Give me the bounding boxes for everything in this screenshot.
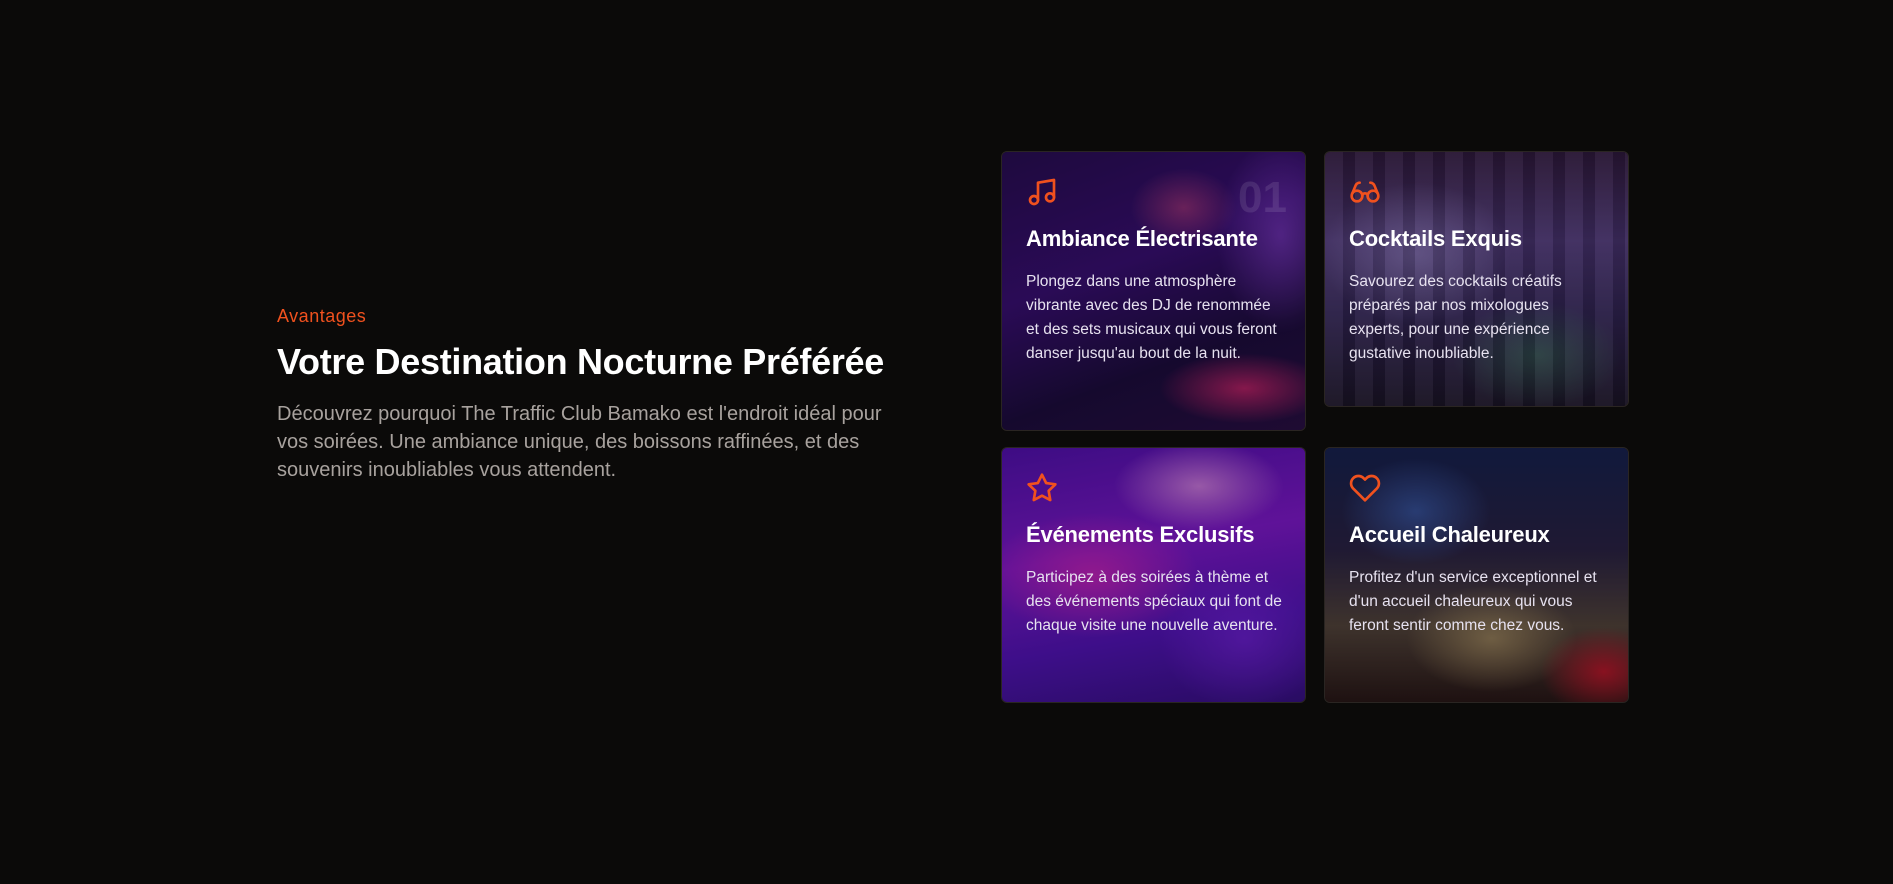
- heart-icon: [1349, 474, 1381, 502]
- card-title: Cocktails Exquis: [1349, 226, 1522, 251]
- intro-section: Avantages Votre Destination Nocturne Pré…: [277, 302, 917, 484]
- glasses-icon: [1350, 181, 1380, 203]
- section-title: Votre Destination Nocturne Préférée: [277, 341, 884, 382]
- feature-card-events[interactable]: Événements Exclusifs Participez à des so…: [1001, 447, 1306, 703]
- music-note-icon: [1028, 178, 1056, 206]
- page: Avantages Votre Destination Nocturne Pré…: [0, 0, 1893, 884]
- feature-card-cocktails[interactable]: Cocktails Exquis Savourez des cocktails …: [1324, 151, 1629, 407]
- card-text: Plongez dans une atmosphère vibrante ave…: [1026, 273, 1277, 362]
- card-text: Participez à des soirées à thème et des …: [1026, 569, 1282, 634]
- card-text: Profitez d'un service exceptionnel et d'…: [1349, 569, 1597, 634]
- feature-card-welcome[interactable]: Accueil Chaleureux Profitez d'un service…: [1324, 447, 1629, 703]
- card-text: Savourez des cocktails créatifs préparés…: [1349, 273, 1562, 362]
- feature-card-ambiance[interactable]: 01 Ambiance Électrisante Plongez dans un…: [1001, 151, 1306, 431]
- card-title: Événements Exclusifs: [1026, 522, 1255, 547]
- section-description: Découvrez pourquoi The Traffic Club Bama…: [277, 403, 882, 481]
- card-title: Accueil Chaleureux: [1349, 522, 1550, 547]
- star-icon: [1027, 473, 1057, 502]
- section-eyebrow: Avantages: [277, 306, 367, 326]
- card-title: Ambiance Électrisante: [1026, 226, 1258, 251]
